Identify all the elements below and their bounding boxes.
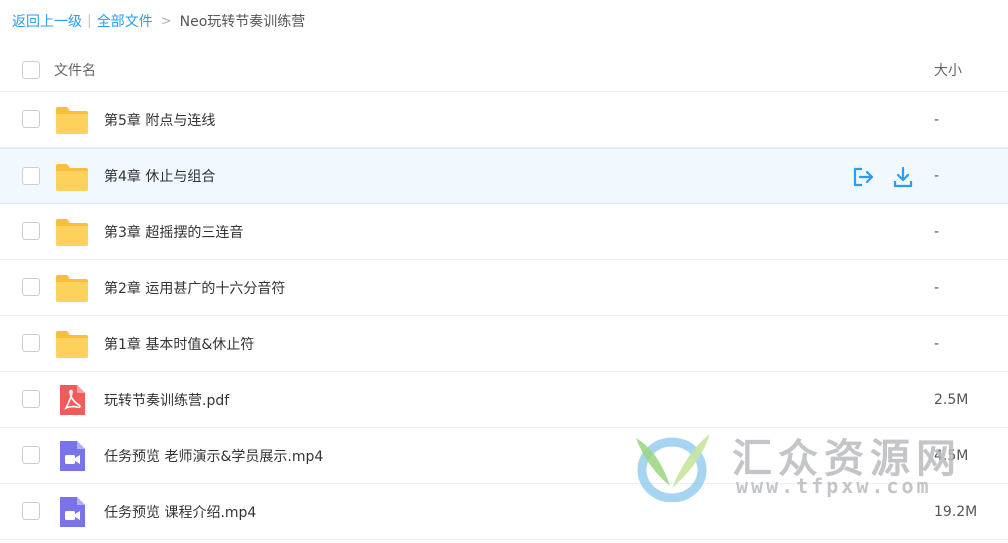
file-name[interactable]: 任务预览 课程介绍.mp4 (104, 502, 256, 522)
file-list: 第5章 附点与连线 - 第4章 休止与组合 - 第3章 超摇摆的三连音 - 第2章 运用甚广… (0, 92, 1008, 540)
video-icon (55, 496, 89, 528)
file-size: - (934, 111, 940, 128)
file-size: - (934, 168, 940, 184)
file-name[interactable]: 任务预览 老师演示&学员展示.mp4 (104, 446, 323, 466)
folder-icon (55, 328, 89, 360)
file-name[interactable]: 第3章 超摇摆的三连音 (104, 222, 243, 242)
file-row[interactable]: 第4章 休止与组合 - (0, 148, 1008, 204)
column-header-size[interactable]: 大小 (934, 60, 962, 80)
row-checkbox[interactable] (22, 167, 40, 185)
pdf-icon (55, 384, 89, 416)
file-name[interactable]: 第5章 附点与连线 (104, 110, 215, 130)
breadcrumb-current: Neo玩转节奏训练营 (179, 14, 306, 30)
breadcrumb: 返回上一级 | 全部文件 > Neo玩转节奏训练营 (12, 11, 305, 31)
row-checkbox[interactable] (22, 446, 40, 464)
file-row[interactable]: 第2章 运用甚广的十六分音符 - (0, 260, 1008, 316)
file-size: 19.2M (934, 503, 978, 520)
file-size: - (934, 223, 940, 240)
breadcrumb-separator: > (160, 13, 172, 29)
file-size: 2.5M (934, 391, 969, 408)
column-header-name[interactable]: 文件名 (54, 60, 96, 80)
folder-icon (55, 216, 89, 248)
all-files-link[interactable]: 全部文件 (97, 11, 153, 31)
select-all-checkbox[interactable] (22, 61, 40, 79)
file-list-header: 文件名 大小 (0, 48, 1008, 92)
folder-icon (55, 272, 89, 304)
row-actions (851, 165, 915, 189)
breadcrumb-divider: | (87, 13, 92, 29)
share-icon[interactable] (851, 165, 875, 189)
video-icon (55, 440, 89, 472)
row-checkbox[interactable] (22, 390, 40, 408)
file-row[interactable]: 第3章 超摇摆的三连音 - (0, 204, 1008, 260)
row-checkbox[interactable] (22, 278, 40, 296)
file-row[interactable]: 第1章 基本时值&休止符 - (0, 316, 1008, 372)
file-name[interactable]: 玩转节奏训练营.pdf (104, 390, 229, 410)
file-name[interactable]: 第1章 基本时值&休止符 (104, 334, 254, 354)
file-size: - (934, 335, 940, 352)
file-name[interactable]: 第4章 休止与组合 (104, 166, 215, 186)
file-size: - (934, 279, 940, 296)
file-row[interactable]: 玩转节奏训练营.pdf 2.5M (0, 372, 1008, 428)
row-checkbox[interactable] (22, 110, 40, 128)
row-checkbox[interactable] (22, 222, 40, 240)
file-row[interactable]: 第5章 附点与连线 - (0, 92, 1008, 148)
row-checkbox[interactable] (22, 502, 40, 520)
folder-icon (55, 104, 89, 136)
folder-icon (55, 161, 89, 193)
file-row[interactable]: 任务预览 老师演示&学员展示.mp4 4.5M (0, 428, 1008, 484)
file-name[interactable]: 第2章 运用甚广的十六分音符 (104, 278, 285, 298)
row-checkbox[interactable] (22, 334, 40, 352)
file-row[interactable]: 任务预览 课程介绍.mp4 19.2M (0, 484, 1008, 540)
back-link[interactable]: 返回上一级 (12, 11, 82, 31)
download-icon[interactable] (891, 165, 915, 189)
file-size: 4.5M (934, 447, 969, 464)
